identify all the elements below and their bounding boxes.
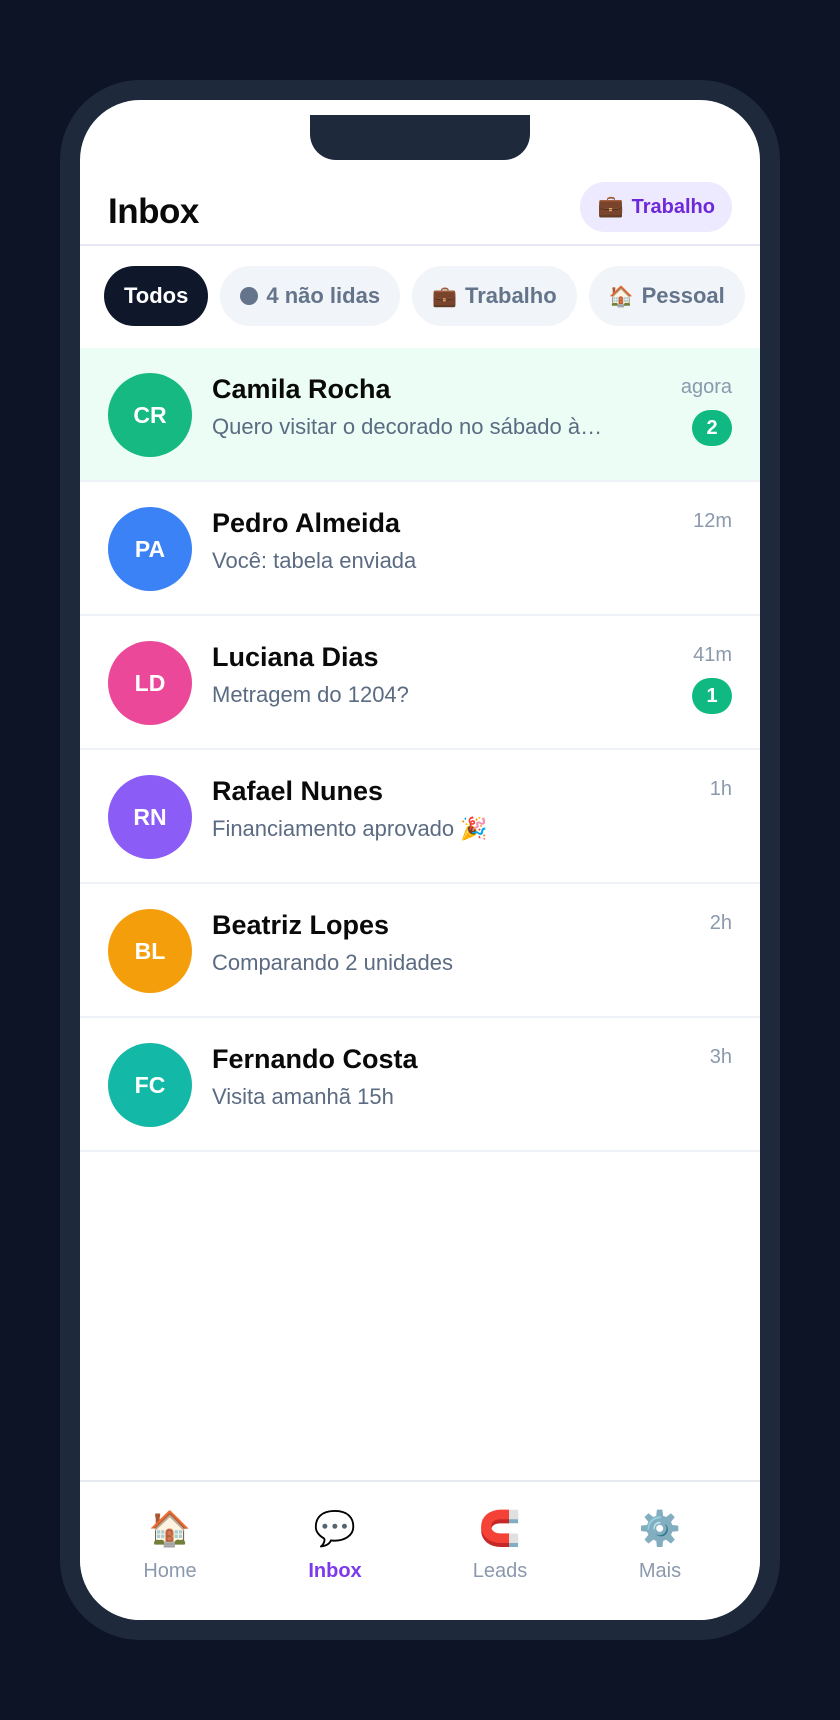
filter-chip-label: Trabalho: [464, 283, 557, 308]
filter-chip-unread[interactable]: 4 não lidas: [220, 266, 401, 326]
gear-icon: ⚙️: [638, 1510, 682, 1548]
message-time: agora: [680, 376, 732, 398]
bottom-tab-bar: 🏠 Home 💬 Inbox 🧲 Leads ⚙️ Mais: [80, 1480, 760, 1620]
filter-chips: Todos 4 não lidas 💼 Trabalho 🏠 Pessoal: [104, 266, 745, 326]
avatar: PA: [108, 507, 192, 591]
phone-screen: Inbox 💼 Trabalho Todos 4 não lidas 💼 Tra…: [80, 100, 760, 1620]
message-time: 2h: [709, 912, 732, 934]
conversation-row[interactable]: CR Camila Rocha Quero visitar o decorado…: [80, 348, 760, 482]
briefcase-icon: 💼: [432, 285, 457, 308]
filter-chip-todos[interactable]: Todos: [104, 266, 209, 326]
tab-mais[interactable]: ⚙️ Mais: [600, 1508, 720, 1583]
conversation-row[interactable]: PA Pedro Almeida Você: tabela enviada 12…: [80, 482, 760, 616]
avatar: FC: [108, 1043, 192, 1127]
contact-name: Pedro Almeida: [212, 508, 401, 538]
filter-chip-label: Pessoal: [641, 283, 725, 308]
page-title: Inbox: [108, 192, 199, 231]
message-preview: Você: tabela enviada: [212, 548, 417, 573]
filter-chip-pessoal[interactable]: 🏠 Pessoal: [588, 266, 745, 326]
contact-name: Camila Rocha: [212, 374, 391, 404]
chat-bubble-icon: 💬: [313, 1510, 357, 1548]
message-preview: Metragem do 1204?: [212, 682, 409, 707]
conversation-row[interactable]: RN Rafael Nunes Financiamento aprovado 🎉…: [80, 750, 760, 884]
unread-badge: 2: [692, 410, 732, 446]
work-mode-button[interactable]: 💼 Trabalho: [580, 182, 732, 232]
house-icon: 🏠: [148, 1510, 192, 1548]
unread-badge: 1: [692, 678, 732, 714]
tab-label: Home: [143, 1560, 197, 1582]
conversation-row[interactable]: LD Luciana Dias Metragem do 1204? 41m 1: [80, 616, 760, 750]
message-time: 1h: [709, 778, 732, 800]
contact-name: Rafael Nunes: [212, 776, 384, 806]
message-preview: Quero visitar o decorado no sábado às 10…: [212, 414, 612, 439]
avatar: BL: [108, 909, 192, 993]
filter-chip-trabalho[interactable]: 💼 Trabalho: [412, 266, 577, 326]
conversation-row[interactable]: FC Fernando Costa Visita amanhã 15h 3h: [80, 1018, 760, 1152]
message-time: 41m: [693, 644, 732, 666]
tab-leads[interactable]: 🧲 Leads: [440, 1508, 560, 1583]
tab-label: Inbox: [308, 1560, 362, 1582]
tab-label: Mais: [638, 1560, 682, 1582]
message-preview: Financiamento aprovado 🎉: [212, 816, 488, 841]
work-mode-label: Trabalho: [631, 195, 715, 218]
phone-notch: [310, 115, 530, 160]
tab-home[interactable]: 🏠 Home: [110, 1508, 230, 1583]
tab-label: Leads: [472, 1560, 528, 1582]
contact-name: Fernando Costa: [212, 1044, 418, 1074]
message-time: 12m: [693, 510, 732, 532]
tab-inbox[interactable]: 💬 Inbox: [275, 1508, 395, 1583]
message-preview: Visita amanhã 15h: [212, 1084, 394, 1109]
message-time: 3h: [709, 1046, 732, 1068]
phone-frame: Inbox 💼 Trabalho Todos 4 não lidas 💼 Tra…: [60, 80, 780, 1640]
house-icon: 🏠: [608, 285, 634, 308]
contact-name: Beatriz Lopes: [212, 910, 390, 940]
avatar: RN: [108, 775, 192, 859]
filter-chip-label: Todos: [124, 283, 189, 308]
dot-icon: [240, 287, 259, 305]
avatar: LD: [108, 641, 192, 725]
magnet-icon: 🧲: [478, 1510, 522, 1548]
message-preview: Comparando 2 unidades: [212, 950, 453, 975]
header: Inbox 💼 Trabalho: [80, 172, 760, 246]
conversation-row[interactable]: BL Beatriz Lopes Comparando 2 unidades 2…: [80, 884, 760, 1018]
contact-name: Luciana Dias: [212, 642, 379, 672]
avatar: CR: [108, 373, 192, 457]
briefcase-icon: 💼: [597, 195, 624, 218]
filter-chip-label: 4 não lidas: [266, 283, 381, 308]
conversation-list: CR Camila Rocha Quero visitar o decorado…: [80, 348, 760, 1152]
